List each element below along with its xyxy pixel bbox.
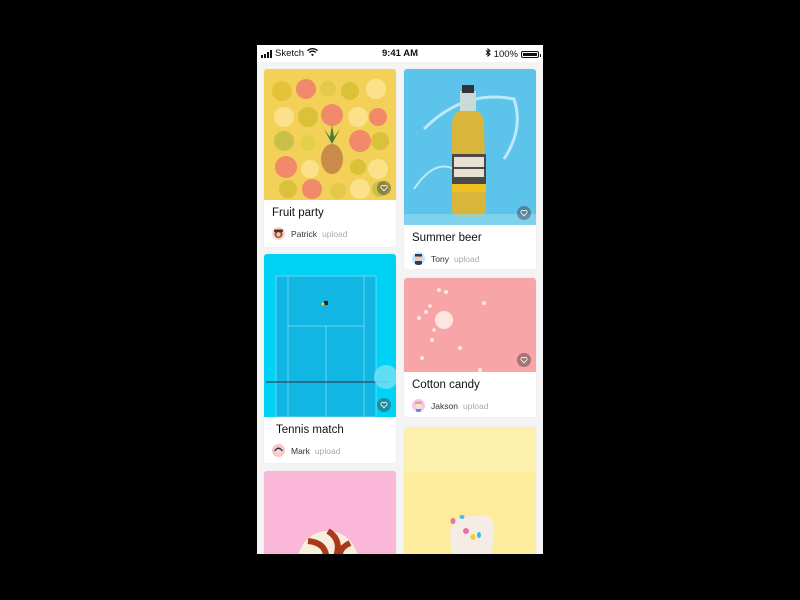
card-title: Cotton candy: [412, 379, 480, 391]
card-image[interactable]: [404, 69, 536, 225]
card-title: Fruit party: [272, 207, 324, 219]
card-title: Summer beer: [412, 232, 482, 244]
like-button[interactable]: [377, 398, 391, 412]
fruit-image-art: [272, 79, 389, 199]
card-image[interactable]: [264, 69, 396, 200]
heart-icon: [520, 209, 528, 217]
user-avatar: [412, 252, 425, 265]
battery-icon: [521, 50, 541, 58]
photo-card[interactable]: Cotton candy Jakson upload: [404, 278, 536, 417]
lollipop-image-art: [298, 528, 358, 554]
action-label: upload: [321, 228, 348, 239]
user-avatar: [272, 444, 285, 457]
photo-card[interactable]: Summer beer Tony upload: [404, 69, 536, 269]
user-name[interactable]: Patrick: [291, 229, 317, 239]
user-avatar: [412, 399, 425, 412]
user-name[interactable]: Mark: [291, 446, 310, 456]
like-button[interactable]: [517, 353, 531, 367]
user-name[interactable]: Jakson: [431, 401, 458, 411]
card-image[interactable]: [264, 471, 396, 554]
battery-percent: 100%: [493, 48, 518, 60]
card-title: Tennis match: [276, 424, 344, 436]
like-button[interactable]: [517, 206, 531, 220]
beer-image-art: [404, 85, 536, 225]
bluetooth-icon: [485, 47, 491, 60]
status-bar: Sketch 9:41 AM 100%: [257, 45, 543, 62]
heart-icon: [380, 184, 388, 192]
action-label: upload: [314, 445, 341, 456]
phone-screen: Sketch 9:41 AM 100% Fruit party Patrick …: [257, 45, 543, 554]
photo-card[interactable]: [264, 471, 396, 554]
user-name[interactable]: Tony: [431, 254, 449, 264]
photo-card[interactable]: Fruit party Patrick upload: [264, 69, 396, 247]
action-label: upload: [462, 400, 489, 411]
photo-feed[interactable]: Fruit party Patrick upload Summer beer T…: [257, 62, 543, 554]
heart-icon: [520, 356, 528, 364]
photo-card[interactable]: Tennis match Mark upload: [264, 254, 396, 463]
photo-card[interactable]: [404, 427, 536, 554]
user-avatar: [272, 227, 285, 240]
card-image[interactable]: [264, 254, 396, 417]
tennis-court-art: [266, 275, 396, 417]
heart-icon: [380, 401, 388, 409]
card-image[interactable]: [404, 278, 536, 372]
nails-image-art: [404, 427, 536, 554]
like-button[interactable]: [377, 181, 391, 195]
card-image[interactable]: [404, 427, 536, 554]
action-label: upload: [453, 253, 480, 264]
